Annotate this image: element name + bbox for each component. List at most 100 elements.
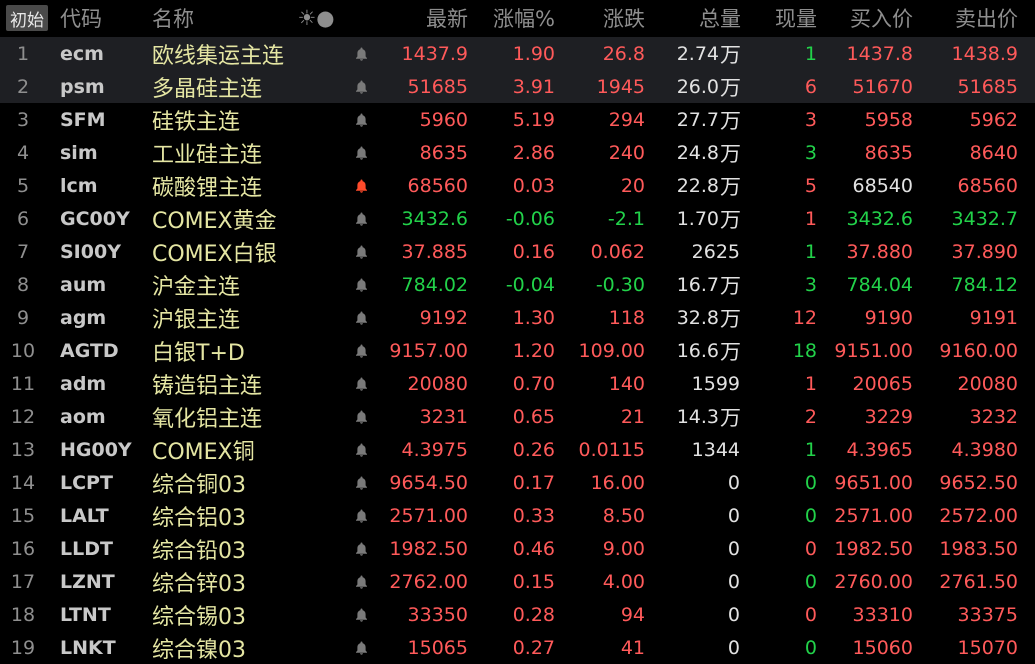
total-volume: 2.74 万	[650, 37, 741, 70]
ask-price: 9160.00	[939, 339, 1018, 362]
alert-bell-icon[interactable]	[346, 70, 376, 103]
table-row[interactable]: 16 LLDT 综合铅03 1982.50 0.46 9.00 0 0 1982.50 1983.…	[0, 532, 1035, 565]
header-code[interactable]: 代码	[60, 0, 148, 36]
change-percent: 0.17	[512, 471, 555, 494]
symbol-name: 白银T+D	[152, 340, 245, 366]
sun-dot-icon[interactable]: ☀●	[298, 0, 334, 36]
table-row[interactable]: 1 ecm 欧线集运主连 1437.9 1.90 26.8 2.74 万 1 1437.8 1438…	[0, 37, 1035, 70]
table-row[interactable]: 18 LTNT 综合锡03 33350 0.28 94 0 0 33310 33375	[0, 598, 1035, 631]
bid-price: 2571.00	[834, 504, 913, 527]
bid-price: 1982.50	[834, 537, 913, 560]
table-row[interactable]: 12 aom 氧化铝主连 3231 0.65 21 14.3 万 2 3229 3232	[0, 400, 1035, 433]
table-row[interactable]: 2 psm 多晶硅主连 51685 3.91 1945 26.0 万 6 51670 51685	[0, 70, 1035, 103]
alert-bell-icon[interactable]	[346, 202, 376, 235]
symbol-name: 多晶硅主连	[152, 76, 263, 102]
bid-price: 4.3965	[846, 438, 913, 461]
alert-bell-icon[interactable]	[346, 532, 376, 565]
symbol-code: adm	[60, 372, 107, 395]
alert-bell-icon[interactable]	[346, 400, 376, 433]
table-row[interactable]: 4 sim 工业硅主连 8635 2.86 240 24.8 万 3 8635 8640	[0, 136, 1035, 169]
header-bid[interactable]: 买入价	[820, 0, 913, 36]
ask-price: 51685	[957, 75, 1018, 98]
change-percent: 3.91	[512, 75, 555, 98]
total-volume: 0	[650, 631, 741, 664]
table-row[interactable]: 14 LCPT 综合铜03 9654.50 0.17 16.00 0 0 9651.00 9652…	[0, 466, 1035, 499]
alert-bell-icon[interactable]	[346, 301, 376, 334]
alert-bell-icon[interactable]	[346, 235, 376, 268]
start-button[interactable]: 初始	[6, 5, 48, 31]
table-row[interactable]: 11 adm 铸造铝主连 20080 0.70 140 1599 1 20065 20080	[0, 367, 1035, 400]
table-row[interactable]: 17 LZNT 综合锌03 2762.00 0.15 4.00 0 0 2760.00 2761.…	[0, 565, 1035, 598]
alert-bell-icon[interactable]	[346, 499, 376, 532]
table-row[interactable]: 5 lcm 碳酸锂主连 68560 0.03 20 22.8 万 5 68540 68560	[0, 169, 1035, 202]
row-index: 16	[10, 537, 36, 560]
last-price: 2571.00	[389, 504, 468, 527]
total-volume-unit: 万	[720, 42, 741, 67]
price-change: -2.1	[607, 207, 645, 230]
total-volume: 0	[650, 598, 741, 631]
table-row[interactable]: 19 LNKT 综合镍03 15065 0.27 41 0 0 15060 15070	[0, 631, 1035, 664]
ask-price: 15070	[957, 636, 1018, 659]
symbol-code: psm	[60, 75, 105, 98]
price-change: 1945	[596, 75, 645, 98]
header-current-volume[interactable]: 现量	[750, 0, 817, 36]
alert-bell-icon[interactable]	[346, 598, 376, 631]
alert-bell-icon[interactable]	[346, 631, 376, 664]
total-volume: 1344	[650, 433, 741, 466]
total-volume-unit: 万	[720, 405, 741, 430]
price-change: 41	[620, 636, 645, 659]
header-pct[interactable]: 涨幅%	[470, 0, 555, 36]
table-row[interactable]: 3 SFM 硅铁主连 5960 5.19 294 27.7 万 3 5958 5962	[0, 103, 1035, 136]
last-price: 9654.50	[389, 471, 468, 494]
last-price: 68560	[407, 174, 468, 197]
row-index: 7	[16, 240, 30, 263]
total-volume-value: 0	[727, 471, 740, 494]
total-volume-value: 26.0	[676, 75, 719, 98]
change-percent: 0.46	[512, 537, 555, 560]
total-volume-value: 0	[727, 570, 740, 593]
table-row[interactable]: 6 GC00Y COMEX黄金 3432.6 -0.06 -2.1 1.70 万 1 3432.6…	[0, 202, 1035, 235]
header-last[interactable]: 最新	[380, 0, 468, 36]
bid-price: 9190	[864, 306, 913, 329]
alert-bell-icon[interactable]	[346, 169, 376, 202]
alert-bell-icon[interactable]	[346, 136, 376, 169]
bid-price: 8635	[864, 141, 913, 164]
table-row[interactable]: 9 agm 沪银主连 9192 1.30 118 32.8 万 12 9190 9191	[0, 301, 1035, 334]
alert-bell-icon[interactable]	[346, 466, 376, 499]
header-total-volume[interactable]: 总量	[650, 0, 741, 36]
alert-bell-icon[interactable]	[346, 268, 376, 301]
total-volume-value: 0	[727, 504, 740, 527]
table-row[interactable]: 7 SI00Y COMEX白银 37.885 0.16 0.062 2625 1 37.880 3…	[0, 235, 1035, 268]
header-change[interactable]: 涨跌	[556, 0, 645, 36]
current-volume: 0	[804, 471, 817, 494]
alert-bell-icon[interactable]	[346, 334, 376, 367]
alert-bell-icon[interactable]	[346, 103, 376, 136]
symbol-name: 铸造铝主连	[152, 373, 263, 399]
price-change: 0.062	[590, 240, 645, 263]
header-ask[interactable]: 卖出价	[916, 0, 1018, 36]
table-row[interactable]: 8 aum 沪金主连 784.02 -0.04 -0.30 16.7 万 3 784.04 784.…	[0, 268, 1035, 301]
alert-bell-icon[interactable]	[346, 565, 376, 598]
change-percent: 5.19	[512, 108, 555, 131]
table-row[interactable]: 10 AGTD 白银T+D 9157.00 1.20 109.00 16.6 万 18 9151.…	[0, 334, 1035, 367]
current-volume: 2	[804, 405, 817, 428]
price-change: 20	[620, 174, 645, 197]
total-volume-unit: 万	[720, 141, 741, 166]
total-volume: 26.0 万	[650, 70, 741, 103]
alert-bell-icon[interactable]	[346, 37, 376, 70]
alert-bell-icon[interactable]	[346, 367, 376, 400]
total-volume-unit: 万	[720, 207, 741, 232]
alert-bell-icon[interactable]	[346, 433, 376, 466]
total-volume: 0	[650, 499, 741, 532]
ask-price: 784.12	[951, 273, 1018, 296]
change-percent: 0.28	[512, 603, 555, 626]
total-volume: 0	[650, 565, 741, 598]
table-row[interactable]: 13 HG00Y COMEX铜 4.3975 0.26 0.0115 1344 1 4.3965…	[0, 433, 1035, 466]
total-volume: 2625	[650, 235, 741, 268]
total-volume: 32.8 万	[650, 301, 741, 334]
table-row[interactable]: 15 LALT 综合铝03 2571.00 0.33 8.50 0 0 2571.00 2572.…	[0, 499, 1035, 532]
total-volume-value: 32.8	[676, 306, 719, 329]
row-index: 18	[10, 603, 36, 626]
change-percent: 2.86	[512, 141, 555, 164]
row-index: 10	[10, 339, 36, 362]
